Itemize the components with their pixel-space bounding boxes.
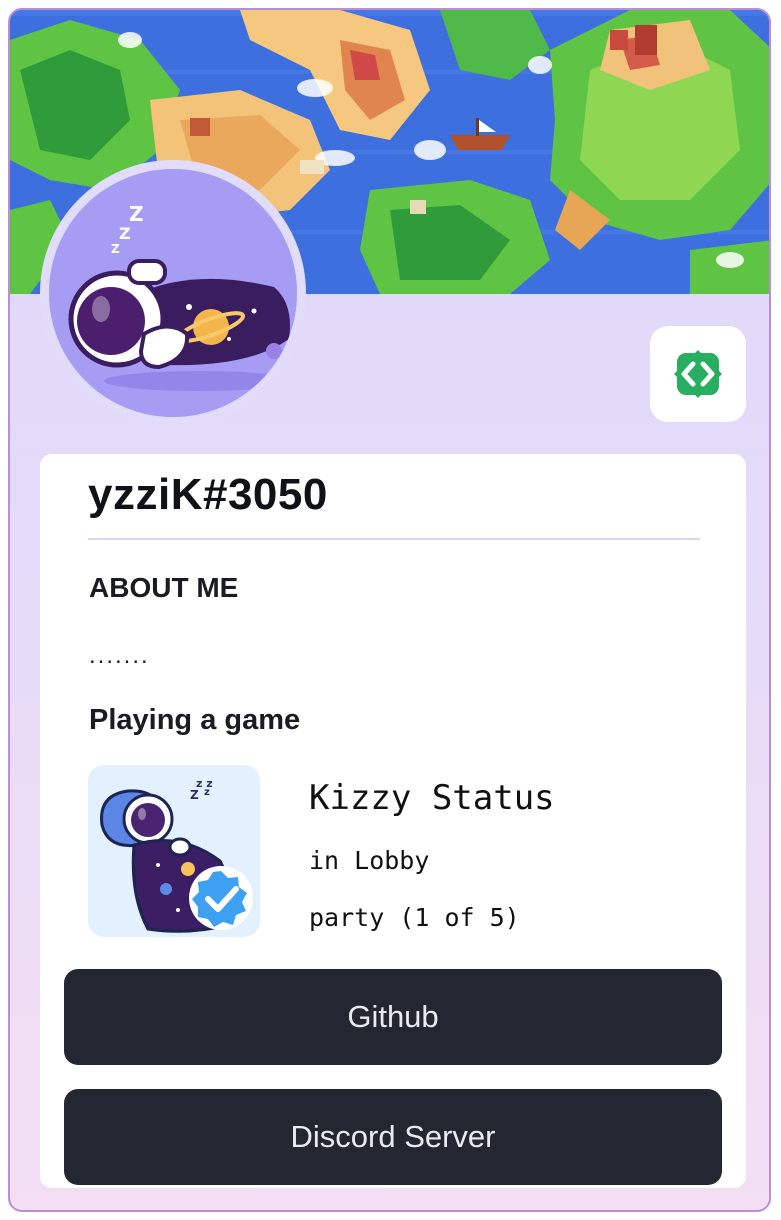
activity-heading: Playing a game	[89, 704, 301, 736]
github-button[interactable]: Github	[64, 969, 722, 1065]
avatar[interactable]: Z Z Z	[49, 169, 297, 417]
about-me-heading: ABOUT ME	[89, 572, 239, 603]
about-me-text: .......	[89, 642, 150, 669]
avatar-frame: Z Z Z	[40, 160, 306, 426]
game-state: in Lobby	[309, 846, 430, 875]
profile-card: Z Z Z yzziK#3050 ABOUT ME ....... Playin…	[8, 8, 771, 1212]
verified-check-icon	[189, 866, 253, 930]
sleeping-astronaut-icon: Z Z Z	[49, 169, 297, 417]
code-brackets-icon	[674, 350, 722, 398]
discord-server-button[interactable]: Discord Server	[64, 1089, 722, 1185]
svg-text:Z: Z	[129, 202, 144, 226]
profile-info-panel: yzziK#3050 ABOUT ME ....... Playing a ga…	[40, 454, 746, 1188]
game-party: party (1 of 5)	[309, 903, 520, 932]
game-name: Kizzy Status	[309, 778, 555, 818]
divider	[88, 538, 700, 540]
developer-badge[interactable]	[650, 326, 746, 422]
username: yzziK#3050	[88, 470, 328, 519]
svg-text:Z: Z	[119, 224, 131, 243]
astronaut-game-icon: z z Z z	[88, 765, 260, 937]
svg-text:Z: Z	[190, 788, 199, 802]
game-icon: z z Z z	[88, 765, 260, 937]
svg-text:Z: Z	[111, 242, 120, 256]
svg-text:z: z	[204, 787, 210, 798]
